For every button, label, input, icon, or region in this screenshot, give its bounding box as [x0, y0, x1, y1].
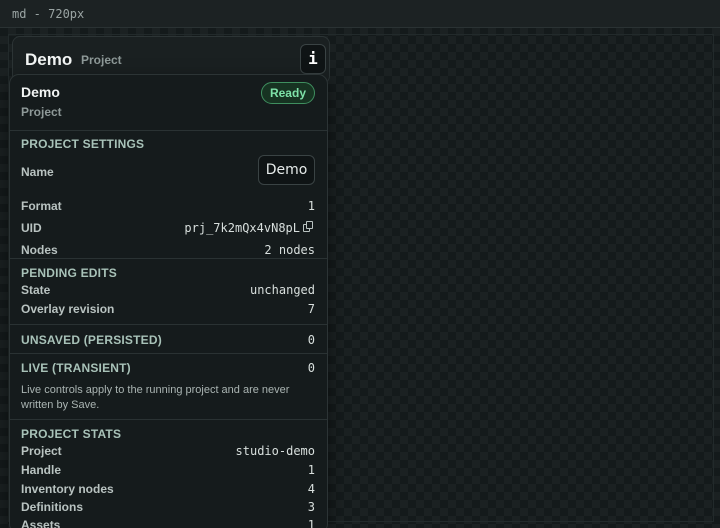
- stats-label: Definitions: [21, 500, 83, 514]
- nodes-row: Nodes 2 nodes: [21, 239, 315, 261]
- stats-value: 1: [307, 463, 315, 477]
- panel-header: Demo Project Ready: [10, 75, 327, 131]
- stats-label: Project: [21, 444, 62, 458]
- state-value: unchanged: [249, 283, 315, 297]
- section-heading: UNSAVED (PERSISTED): [21, 333, 162, 347]
- revision-value: 7: [307, 302, 315, 316]
- name-input[interactable]: [258, 155, 315, 185]
- nodes-label: Nodes: [21, 243, 58, 257]
- uid-value: prj_7k2mQx4vN8pL: [184, 221, 300, 235]
- project-title: Demo: [25, 50, 73, 69]
- revision-row: Overlay revision 7: [21, 298, 315, 316]
- panel-subtitle: Project: [21, 105, 62, 119]
- name-row: Name: [21, 155, 315, 195]
- pending-edits-section: PENDING EDITS State unchanged Overlay re…: [10, 259, 327, 325]
- unsaved-section: UNSAVED (PERSISTED) 0: [10, 325, 327, 354]
- format-row: Format 1: [21, 195, 315, 217]
- stats-row: Inventory nodes 4: [21, 478, 315, 496]
- live-row: LIVE (TRANSIENT) 0: [21, 361, 315, 381]
- copy-icon[interactable]: [303, 221, 315, 233]
- info-button[interactable]: i: [300, 44, 326, 74]
- revision-label: Overlay revision: [21, 302, 115, 316]
- viewport-label: md - 720px: [12, 7, 85, 21]
- stats-row: Definitions 3: [21, 496, 315, 514]
- name-label: Name: [21, 165, 54, 179]
- project-stats-section: PROJECT STATS Project studio-demo Handle…: [10, 420, 327, 528]
- section-heading: PENDING EDITS: [21, 266, 117, 280]
- section-heading: PROJECT STATS: [21, 427, 122, 441]
- state-label: State: [21, 283, 51, 297]
- format-label: Format: [21, 199, 62, 213]
- live-count: 0: [307, 361, 315, 375]
- uid-label: UID: [21, 221, 42, 235]
- panel-title: Demo: [21, 84, 60, 100]
- live-section: LIVE (TRANSIENT) 0 Live controls apply t…: [10, 354, 327, 420]
- stats-value: 1: [307, 518, 315, 528]
- stats-label: Inventory nodes: [21, 482, 114, 496]
- stats-value: 3: [307, 500, 315, 514]
- stats-label: Handle: [21, 463, 62, 477]
- project-info-panel: Demo Project Ready PROJECT SETTINGS Name…: [9, 74, 328, 528]
- stats-value: 4: [307, 482, 315, 496]
- stats-row: Assets 1: [21, 514, 315, 528]
- stats-row: Handle 1: [21, 459, 315, 478]
- stats-row: Project studio-demo: [21, 441, 315, 459]
- state-row: State unchanged: [21, 280, 315, 298]
- stats-value: studio-demo: [235, 444, 315, 458]
- project-subtitle: Project: [81, 53, 122, 67]
- uid-value-wrap: prj_7k2mQx4vN8pL: [184, 221, 315, 235]
- viewport-bar: md - 720px: [0, 0, 720, 28]
- section-heading: PROJECT SETTINGS: [21, 137, 145, 151]
- live-note: Live controls apply to the running proje…: [21, 384, 290, 411]
- format-value: 1: [307, 199, 315, 213]
- uid-row: UID prj_7k2mQx4vN8pL: [21, 217, 315, 239]
- project-settings-section: PROJECT SETTINGS Name Format 1 UID prj_7…: [10, 131, 327, 259]
- unsaved-count: 0: [307, 333, 315, 347]
- status-badge: Ready: [260, 82, 315, 104]
- info-icon: i: [308, 49, 318, 68]
- nodes-value: 2 nodes: [264, 243, 315, 257]
- section-heading: LIVE (TRANSIENT): [21, 361, 131, 375]
- stats-label: Assets: [21, 518, 61, 528]
